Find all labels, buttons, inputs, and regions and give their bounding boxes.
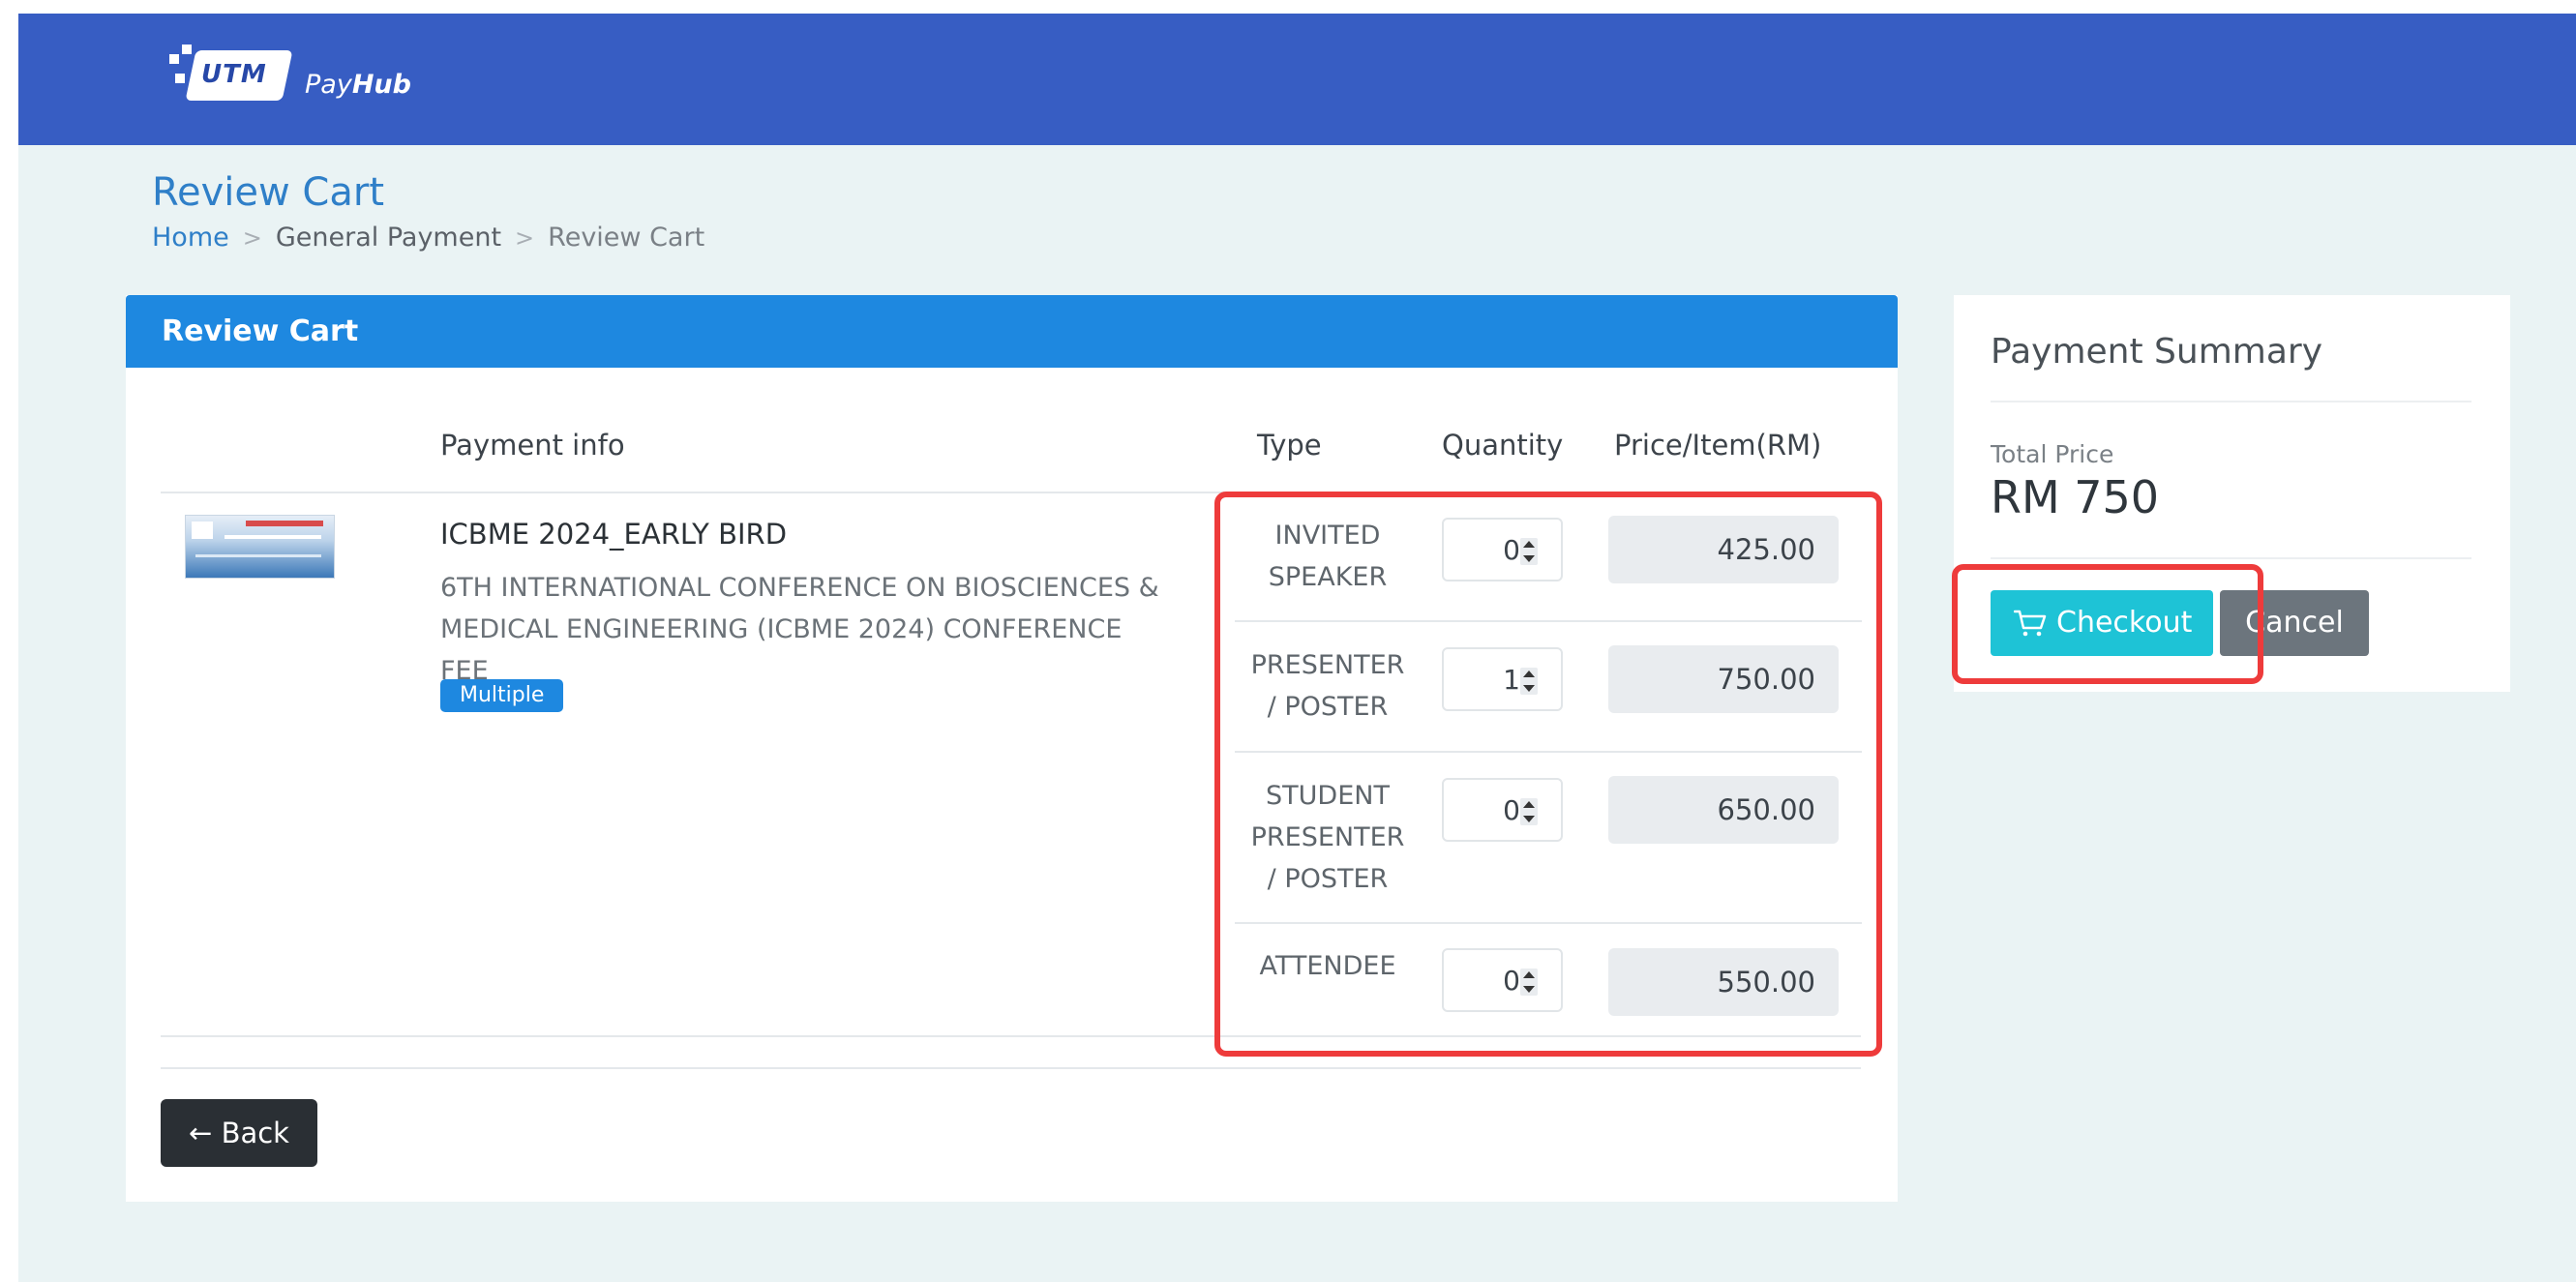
card-header: Review Cart: [126, 295, 1898, 368]
thumbnail-text: [195, 554, 321, 557]
payment-summary-title: Payment Summary: [1991, 332, 2323, 372]
arrow-left-icon: ←: [189, 1117, 213, 1149]
logo-square: [169, 54, 179, 64]
breadcrumb-home[interactable]: Home: [152, 223, 229, 253]
column-header-quantity: Quantity: [1442, 429, 1564, 462]
summary-divider: [1991, 401, 2471, 402]
thumbnail-text: [225, 535, 321, 539]
multiple-badge: Multiple: [440, 679, 564, 712]
breadcrumb-general-payment[interactable]: General Payment: [276, 223, 501, 253]
thumbnail-banner: [246, 521, 323, 526]
breadcrumb-current: Review Cart: [548, 223, 705, 253]
column-header-type: Type: [1257, 429, 1322, 462]
item-description: 6TH INTERNATIONAL CONFERENCE ON BIOSCIEN…: [440, 573, 1159, 686]
page-title: Review Cart: [152, 170, 384, 215]
event-thumbnail: [185, 515, 335, 579]
logo-square: [182, 45, 192, 54]
chevron-right-icon: >: [515, 224, 535, 252]
column-header-price: Price/Item(RM): [1614, 429, 1822, 462]
back-button-label: Back: [221, 1117, 289, 1149]
card-footer-divider: [161, 1067, 1861, 1069]
logo-payhub-text: PayHub: [305, 70, 411, 100]
total-price-label: Total Price: [1991, 440, 2114, 468]
back-button[interactable]: ← Back: [161, 1099, 317, 1167]
summary-divider: [1991, 557, 2471, 559]
chevron-right-icon: >: [242, 224, 262, 252]
total-price-value: RM 750: [1991, 471, 2160, 523]
breadcrumb: Home > General Payment > Review Cart: [152, 223, 704, 253]
item-title: ICBME 2024_EARLY BIRD: [440, 518, 788, 551]
logo-square: [175, 74, 185, 83]
column-header-payment-info: Payment info: [440, 429, 625, 462]
card-header-title: Review Cart: [162, 314, 359, 348]
logo-utm-text: UTM: [201, 60, 267, 89]
highlight-options-box: [1214, 492, 1882, 1057]
utm-payhub-logo[interactable]: UTM PayHub: [169, 45, 421, 112]
highlight-checkout-box: [1952, 564, 2263, 684]
thumbnail-logo: [192, 522, 213, 539]
